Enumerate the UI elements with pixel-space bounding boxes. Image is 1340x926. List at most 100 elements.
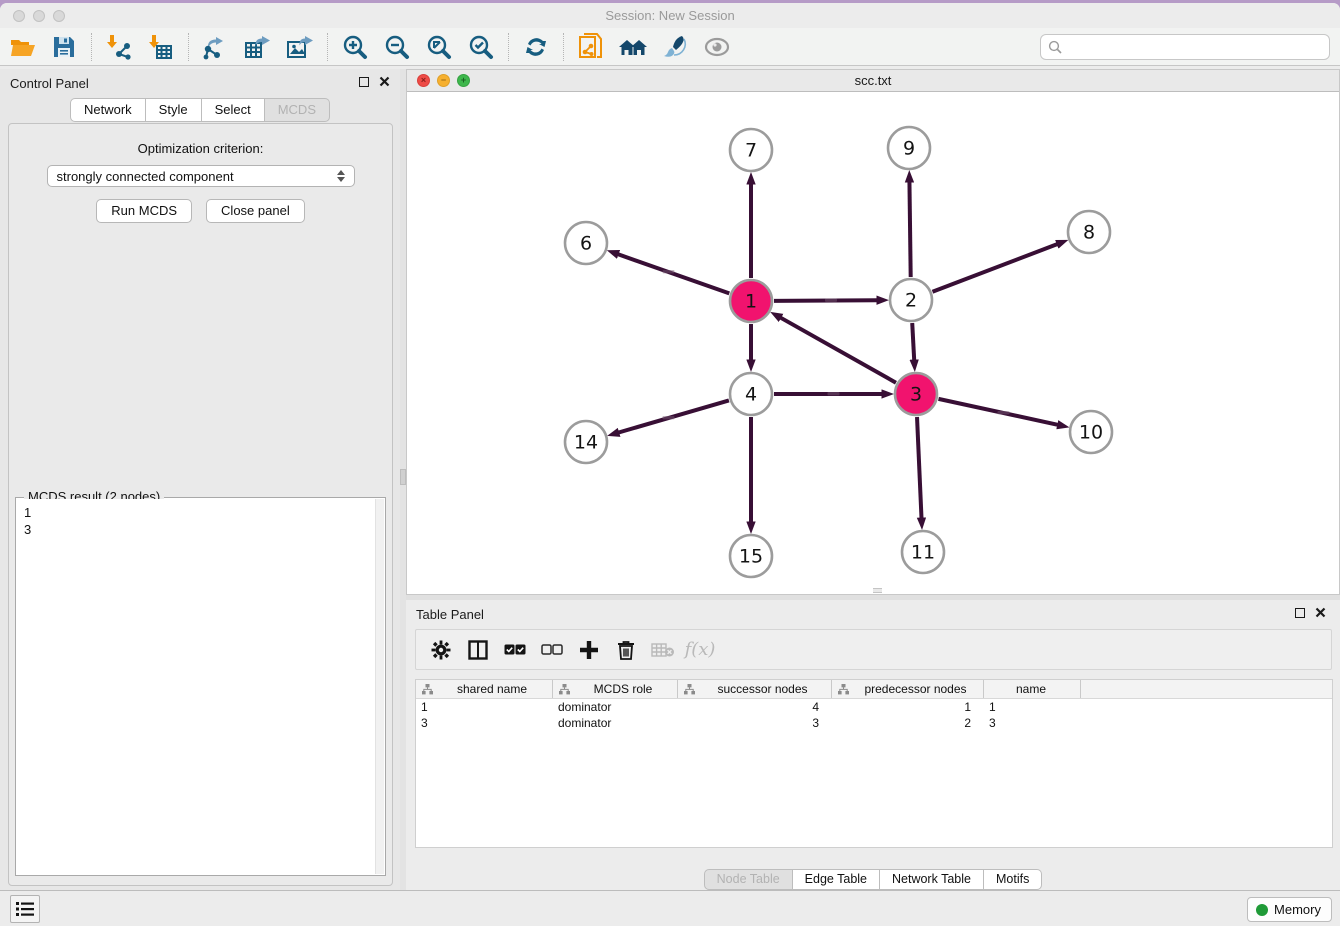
table-cell[interactable]: 3 xyxy=(984,715,1081,731)
export-image-button[interactable] xyxy=(283,32,317,62)
hide-button[interactable] xyxy=(700,32,734,62)
result-line: 3 xyxy=(24,521,384,538)
export-network-button[interactable] xyxy=(199,32,233,62)
unchecked-boxes-icon xyxy=(541,644,563,656)
home-button[interactable] xyxy=(616,32,650,62)
zoom-out-button[interactable] xyxy=(380,32,414,62)
search-input[interactable] xyxy=(1063,37,1329,57)
edge-3-1[interactable] xyxy=(781,318,896,383)
close-panel-icon[interactable] xyxy=(379,76,390,87)
node-label: 15 xyxy=(739,546,763,568)
tab-select[interactable]: Select xyxy=(202,98,265,122)
table-cell[interactable]: dominator xyxy=(553,699,678,715)
show-column-panel-button[interactable] xyxy=(465,637,491,663)
float-table-panel-icon[interactable] xyxy=(1295,608,1305,618)
node-label: 1 xyxy=(745,291,757,313)
table-cell[interactable]: 3 xyxy=(678,715,832,731)
tab-style[interactable]: Style xyxy=(146,98,202,122)
table-cell[interactable]: dominator xyxy=(553,715,678,731)
table-settings-button[interactable] xyxy=(428,637,454,663)
table-cell[interactable]: 2 xyxy=(832,715,984,731)
graph-node-1[interactable]: 1 xyxy=(730,280,772,322)
search-icon xyxy=(1048,40,1063,55)
duplicate-network-icon xyxy=(578,33,604,61)
table-cell[interactable]: 4 xyxy=(678,699,832,715)
select-all-columns-button[interactable] xyxy=(502,637,528,663)
create-column-button[interactable] xyxy=(576,637,602,663)
export-network-icon xyxy=(202,34,230,60)
toolbar-separator xyxy=(327,33,328,61)
tab-node-table[interactable]: Node Table xyxy=(704,869,793,890)
unselect-all-columns-button[interactable] xyxy=(539,637,565,663)
task-history-button[interactable] xyxy=(10,895,40,923)
control-panel: Control Panel NetworkStyleSelectMCDS Opt… xyxy=(0,69,400,893)
close-table-panel-icon[interactable] xyxy=(1315,607,1326,618)
table-toolbar: f(x) xyxy=(415,629,1332,670)
node-label: 6 xyxy=(580,233,592,255)
graph-node-11[interactable]: 11 xyxy=(902,531,944,573)
tab-motifs[interactable]: Motifs xyxy=(984,869,1042,890)
close-panel-button[interactable]: Close panel xyxy=(206,199,305,223)
edge-2-8[interactable] xyxy=(932,244,1057,292)
import-table-button[interactable] xyxy=(144,32,178,62)
column-header-shared-name[interactable]: shared name xyxy=(416,680,553,698)
mcds-result-list[interactable]: 13 xyxy=(17,499,384,874)
delete-table-icon xyxy=(651,642,675,658)
graph-node-7[interactable]: 7 xyxy=(730,129,772,171)
network-canvas[interactable]: 7 9 6 8 1 2 4 3 14 10 15 11 xyxy=(407,92,1339,594)
column-header-MCDS-role[interactable]: MCDS role xyxy=(553,680,678,698)
column-header-successor-nodes[interactable]: successor nodes xyxy=(678,680,832,698)
table-row[interactable]: 3dominator323 xyxy=(416,715,1332,731)
tab-network[interactable]: Network xyxy=(70,98,146,122)
edge-2-9[interactable] xyxy=(909,182,910,277)
table-cell[interactable]: 3 xyxy=(416,715,553,731)
node-label: 10 xyxy=(1079,422,1103,444)
graph-node-9[interactable]: 9 xyxy=(888,127,930,169)
graph-node-8[interactable]: 8 xyxy=(1068,211,1110,253)
network-window-titlebar[interactable]: × − + scc.txt xyxy=(407,70,1339,92)
graph-node-4[interactable]: 4 xyxy=(730,373,772,415)
memory-button[interactable]: Memory xyxy=(1247,897,1332,922)
edge-label-mark xyxy=(998,411,1010,414)
result-scrollbar[interactable] xyxy=(375,499,384,874)
duplicate-network-button[interactable] xyxy=(574,32,608,62)
graph-node-2[interactable]: 2 xyxy=(890,279,932,321)
table-cell[interactable]: 1 xyxy=(832,699,984,715)
zoom-fit-button[interactable] xyxy=(422,32,456,62)
column-header-name[interactable]: name xyxy=(984,680,1081,698)
network-resize-grip[interactable] xyxy=(873,588,882,593)
two-houses-icon xyxy=(618,35,648,59)
edge-2-3[interactable] xyxy=(912,323,914,360)
import-network-button[interactable] xyxy=(102,32,136,62)
graph-node-6[interactable]: 6 xyxy=(565,222,607,264)
graph-node-15[interactable]: 15 xyxy=(730,535,772,577)
node-label: 14 xyxy=(574,432,598,454)
delete-column-button[interactable] xyxy=(613,637,639,663)
tab-network-table[interactable]: Network Table xyxy=(880,869,984,890)
column-type-icon xyxy=(838,684,849,695)
float-panel-icon[interactable] xyxy=(359,77,369,87)
refresh-layout-button[interactable] xyxy=(519,32,553,62)
graph-node-14[interactable]: 14 xyxy=(565,421,607,463)
run-mcds-button[interactable]: Run MCDS xyxy=(96,199,192,223)
table-cell[interactable]: 1 xyxy=(416,699,553,715)
tab-edge-table[interactable]: Edge Table xyxy=(793,869,880,890)
edge-3-11[interactable] xyxy=(917,417,921,518)
table-row[interactable]: 1dominator411 xyxy=(416,699,1332,715)
column-header-predecessor-nodes[interactable]: predecessor nodes xyxy=(832,680,984,698)
search-field xyxy=(1040,34,1330,60)
criterion-dropdown[interactable]: strongly connected component xyxy=(47,165,355,187)
graph-node-3[interactable]: 3 xyxy=(895,373,937,415)
table-cell[interactable]: 1 xyxy=(984,699,1081,715)
delete-table-button xyxy=(650,637,676,663)
save-session-button[interactable] xyxy=(47,32,81,62)
style-button[interactable] xyxy=(658,32,692,62)
graph-node-10[interactable]: 10 xyxy=(1070,411,1112,453)
zoom-selected-button[interactable] xyxy=(464,32,498,62)
edge-1-6[interactable] xyxy=(618,254,729,293)
status-bar: Memory xyxy=(0,890,1340,926)
open-session-button[interactable] xyxy=(5,32,39,62)
zoom-in-button[interactable] xyxy=(338,32,372,62)
tab-mcds[interactable]: MCDS xyxy=(265,98,330,122)
export-table-button[interactable] xyxy=(241,32,275,62)
